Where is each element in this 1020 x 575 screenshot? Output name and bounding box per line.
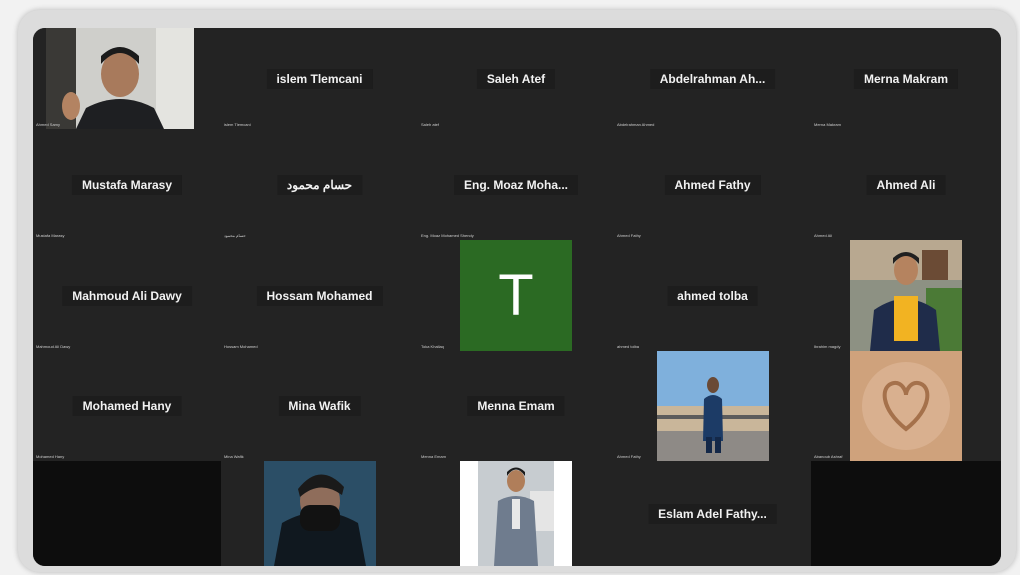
participant-tile[interactable]: Merna Makram Merna Makram: [811, 28, 1001, 129]
participant-tile[interactable]: Menna Emam Menna Emam: [418, 351, 614, 461]
participant-name: Saleh Atef: [476, 68, 556, 89]
participant-photo: [460, 461, 572, 566]
participant-caption: Eng. Moaz Mohamed Shendy: [421, 233, 474, 238]
profile-photo-image: [850, 240, 962, 351]
participant-name: Eng. Moaz Moha...: [454, 174, 578, 195]
participant-name: Ahmed Fathy: [664, 174, 761, 195]
participant-caption: Saleh atef: [421, 122, 440, 127]
participant-name: islem Tlemcani: [266, 68, 373, 89]
participant-caption: Mina Wafik: [224, 454, 244, 459]
participant-tile[interactable]: Mina Wafik Mina Wafik: [221, 351, 418, 461]
participant-tile[interactable]: islem Tlemcani islem Tlemcani: [221, 28, 418, 129]
participant-name: Eslam Adel Fathy...: [648, 503, 777, 524]
participant-caption: Ahmed Fathy: [617, 233, 641, 238]
participant-tile-photo[interactable]: [418, 461, 614, 566]
profile-photo-image: [263, 461, 376, 566]
participant-tile[interactable]: Ahmed Ali Ahmed Ali: [811, 129, 1001, 240]
participant-video: [46, 28, 194, 129]
participant-caption: Mohamed Hany: [36, 454, 65, 459]
participant-caption: islem Tlemcani: [224, 122, 251, 127]
participant-tile-avatar[interactable]: T Toka Khallaq: [418, 240, 614, 351]
participant-tile-photo[interactable]: Ahmed Fathy: [614, 351, 811, 461]
participant-name: Abdelrahman Ah...: [649, 68, 776, 89]
participant-name: Merna Makram: [853, 68, 959, 89]
participant-photo: [263, 461, 376, 566]
participant-caption: Ahmed Ali: [814, 233, 833, 238]
participant-grid: Ahmed Samy islem Tlemcani islem Tlemcani…: [33, 28, 1001, 566]
participant-name: Mina Wafik: [278, 396, 361, 416]
participant-caption: ahmed tolba: [617, 344, 640, 349]
participant-tile[interactable]: Abdelrahman Ah... Abdelrahman Ahmed: [614, 28, 811, 129]
participant-tile-empty[interactable]: [811, 461, 1001, 566]
participant-tile-photo[interactable]: Ibrahim magdy: [811, 240, 1001, 351]
video-frame-image: [46, 28, 194, 129]
participant-tile[interactable]: Saleh Atef Saleh atef: [418, 28, 614, 129]
participant-caption: Ibrahim magdy: [814, 344, 841, 349]
participant-name: Hossam Mohamed: [256, 285, 383, 306]
participant-tile[interactable]: Mustafa Marasy Mustafa Marasy: [33, 129, 221, 240]
participant-caption: Merna Makram: [814, 122, 841, 127]
participant-tile[interactable]: Hossam Mohamed Hossam Mohamed: [221, 240, 418, 351]
participant-tile[interactable]: حسام محمود حسام محمود: [221, 129, 418, 240]
participant-name: ahmed tolba: [667, 285, 758, 306]
participant-caption: Ahmed Samy: [36, 122, 61, 127]
participant-tile[interactable]: Eng. Moaz Moha... Eng. Moaz Mohamed Shen…: [418, 129, 614, 240]
participant-caption: Ahmed Fathy: [617, 454, 641, 459]
participant-name: Mohamed Hany: [72, 396, 182, 416]
participant-tile[interactable]: Mahmoud Ali Dawy Mahmoud Ali Dawy: [33, 240, 221, 351]
participant-caption: Menna Emam: [421, 454, 446, 459]
profile-photo-image: [460, 461, 572, 566]
participant-tile-photo[interactable]: [221, 461, 418, 566]
participant-tile-empty[interactable]: [33, 461, 221, 566]
participant-photo: [656, 351, 769, 461]
participant-tile[interactable]: Eslam Adel Fathy...: [614, 461, 811, 566]
participant-name: Mustafa Marasy: [71, 174, 183, 195]
participant-caption: Mustafa Marasy: [36, 233, 65, 238]
participant-name: Menna Emam: [467, 396, 565, 416]
participant-tile[interactable]: ahmed tolba ahmed tolba: [614, 240, 811, 351]
participant-caption: Hossam Mohamed: [224, 344, 258, 349]
participant-name: Ahmed Ali: [866, 174, 946, 195]
participant-caption: Abanoub Ashraf: [814, 454, 843, 459]
participant-photo: [850, 240, 962, 351]
participant-tile-video-host[interactable]: Ahmed Samy: [33, 28, 221, 129]
meeting-gallery-view: Ahmed Samy islem Tlemcani islem Tlemcani…: [33, 28, 1001, 566]
participant-photo: [850, 351, 962, 461]
participant-name: حسام محمود: [276, 174, 363, 195]
participant-caption: Toka Khallaq: [421, 344, 444, 349]
initial-avatar: T: [460, 240, 572, 351]
participant-caption: حسام محمود: [224, 233, 246, 238]
participant-caption: Abdelrahman Ahmed: [617, 122, 655, 127]
participant-caption: Mahmoud Ali Dawy: [36, 344, 71, 349]
participant-tile[interactable]: Ahmed Fathy Ahmed Fathy: [614, 129, 811, 240]
profile-photo-image: [850, 351, 962, 461]
participant-tile-photo[interactable]: Abanoub Ashraf: [811, 351, 1001, 461]
participant-name: Mahmoud Ali Dawy: [62, 285, 192, 306]
participant-tile[interactable]: Mohamed Hany Mohamed Hany: [33, 351, 221, 461]
profile-photo-image: [656, 351, 769, 461]
